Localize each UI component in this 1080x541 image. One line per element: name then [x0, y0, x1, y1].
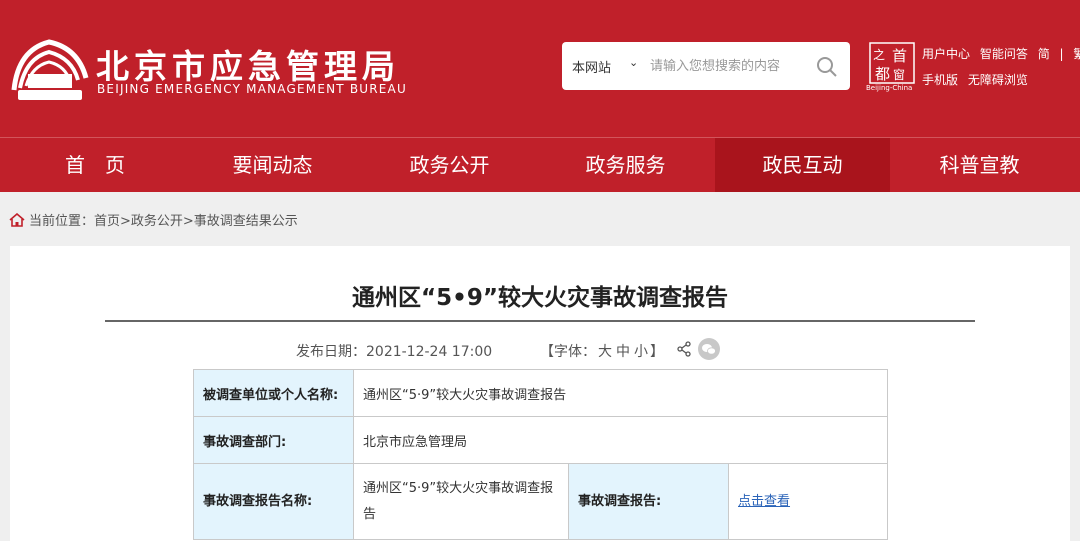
wechat-icon[interactable]: [698, 338, 720, 360]
table-value-cell: 通州区“5·9”较大火灾事故调查报告: [353, 463, 569, 540]
chevron-down-icon[interactable]: ⌄: [629, 56, 638, 69]
search-input[interactable]: [650, 54, 800, 78]
nav-item-open-gov[interactable]: 政务公开: [362, 138, 537, 192]
site-subtitle: BEIJING EMERGENCY MANAGEMENT BUREAU: [97, 82, 407, 96]
font-label-open: 【字体：: [540, 344, 596, 360]
table-link-cell: 点击查看: [728, 463, 888, 540]
font-medium-button[interactable]: 中: [616, 344, 630, 360]
table-label-cell: 事故调查报告名称:: [193, 463, 354, 540]
publish-date-value: 2021-12-24 17:00: [366, 344, 493, 360]
capital-char-4: 窗: [893, 68, 905, 82]
breadcrumb-prefix: 当前位置：: [29, 214, 95, 229]
simplified-link[interactable]: 简: [1038, 47, 1050, 61]
capital-label: Beijing-China: [866, 84, 913, 92]
table-value-cell: 通州区“5·9”较大火灾事故调查报告: [353, 369, 888, 417]
table-value-cell: 北京市应急管理局: [353, 416, 888, 464]
breadcrumb-path[interactable]: 首页>政务公开>事故调查结果公示: [94, 214, 298, 229]
nav-item-home[interactable]: 首 页: [10, 138, 180, 192]
nav-item-interaction[interactable]: 政民互动: [715, 138, 890, 192]
home-icon[interactable]: [9, 213, 25, 227]
accessible-link[interactable]: 无障碍浏览: [968, 73, 1028, 87]
table-label-cell: 事故调查报告:: [568, 463, 729, 540]
accident-info-table: 被调查单位或个人名称: 通州区“5·9”较大火灾事故调查报告 事故调查部门: 北…: [193, 369, 888, 540]
table-label-cell: 事故调查部门:: [193, 416, 354, 464]
search-box: 本网站 ⌄: [562, 42, 850, 90]
view-report-link[interactable]: 点击查看: [738, 494, 790, 509]
search-scope-select[interactable]: 本网站: [572, 57, 611, 76]
mobile-link[interactable]: 手机版: [922, 73, 958, 87]
table-label-cell: 被调查单位或个人名称:: [193, 369, 354, 417]
site-title: 北京市应急管理局: [96, 47, 400, 86]
site-header: 北京市应急管理局 BEIJING EMERGENCY MANAGEMENT BU…: [0, 0, 1080, 137]
traditional-link[interactable]: 繁: [1073, 47, 1080, 61]
publish-date: 发布日期：2021-12-24 17:00: [296, 341, 492, 361]
nav-item-science[interactable]: 科普宣教: [892, 138, 1067, 192]
search-icon[interactable]: [814, 54, 840, 80]
top-links-row1: 用户中心 智能问答 简 | 繁: [922, 45, 1080, 62]
title-divider: [105, 320, 975, 322]
capital-char-3: 之: [873, 48, 885, 62]
font-small-button[interactable]: 小: [634, 344, 648, 360]
table-row: 事故调查部门: 北京市应急管理局: [193, 416, 888, 464]
smart-qa-link[interactable]: 智能问答: [980, 47, 1028, 61]
capital-char-1: 首: [892, 47, 907, 65]
capital-window-logo[interactable]: 首 都 之 窗: [869, 42, 915, 90]
user-center-link[interactable]: 用户中心: [922, 47, 970, 61]
capital-char-2: 都: [875, 65, 890, 83]
font-large-button[interactable]: 大: [598, 344, 612, 360]
top-links-row2: 手机版 无障碍浏览: [922, 71, 1034, 88]
nav-item-news[interactable]: 要闻动态: [185, 138, 360, 192]
nav-item-services[interactable]: 政务服务: [538, 138, 713, 192]
font-label-close: 】: [650, 344, 664, 360]
font-size-selector: 【字体：大中小】: [540, 341, 664, 361]
breadcrumb: 当前位置：首页>政务公开>事故调查结果公示: [9, 210, 298, 229]
beijing-emergency-logo-icon[interactable]: [8, 30, 90, 104]
table-row: 事故调查报告名称: 通州区“5·9”较大火灾事故调查报告 事故调查报告: 点击查…: [193, 463, 888, 540]
article-title: 通州区“5•9”较大火灾事故调查报告: [352, 285, 728, 311]
separator: |: [1059, 47, 1064, 61]
main-nav: 首 页 要闻动态 政务公开 政务服务 政民互动 科普宣教: [0, 137, 1080, 192]
share-icon[interactable]: [676, 341, 692, 357]
table-row: 被调查单位或个人名称: 通州区“5·9”较大火灾事故调查报告: [193, 369, 888, 417]
publish-date-label: 发布日期：: [296, 344, 366, 360]
